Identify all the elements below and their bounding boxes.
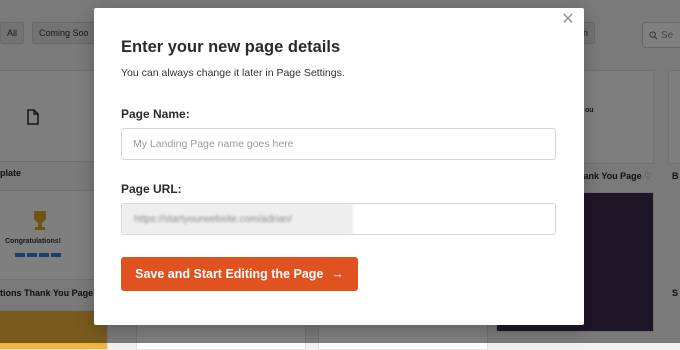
save-and-edit-button[interactable]: Save and Start Editing the Page → (121, 257, 358, 291)
page-url-input[interactable]: https://startyourwebsite.com/adrian/ (121, 203, 556, 235)
page-name-input[interactable] (121, 128, 556, 160)
new-page-dialog: ✕ Enter your new page details You can al… (94, 8, 584, 325)
page-url-value: https://startyourwebsite.com/adrian/ (122, 204, 353, 234)
dialog-subtitle: You can always change it later in Page S… (121, 67, 345, 79)
dialog-title: Enter your new page details (121, 38, 341, 56)
arrow-right-icon: → (331, 267, 344, 281)
close-icon[interactable]: ✕ (560, 12, 576, 28)
save-and-edit-label: Save and Start Editing the Page (135, 267, 324, 281)
page-name-label: Page Name: (121, 107, 190, 121)
page-url-label: Page URL: (121, 182, 182, 196)
